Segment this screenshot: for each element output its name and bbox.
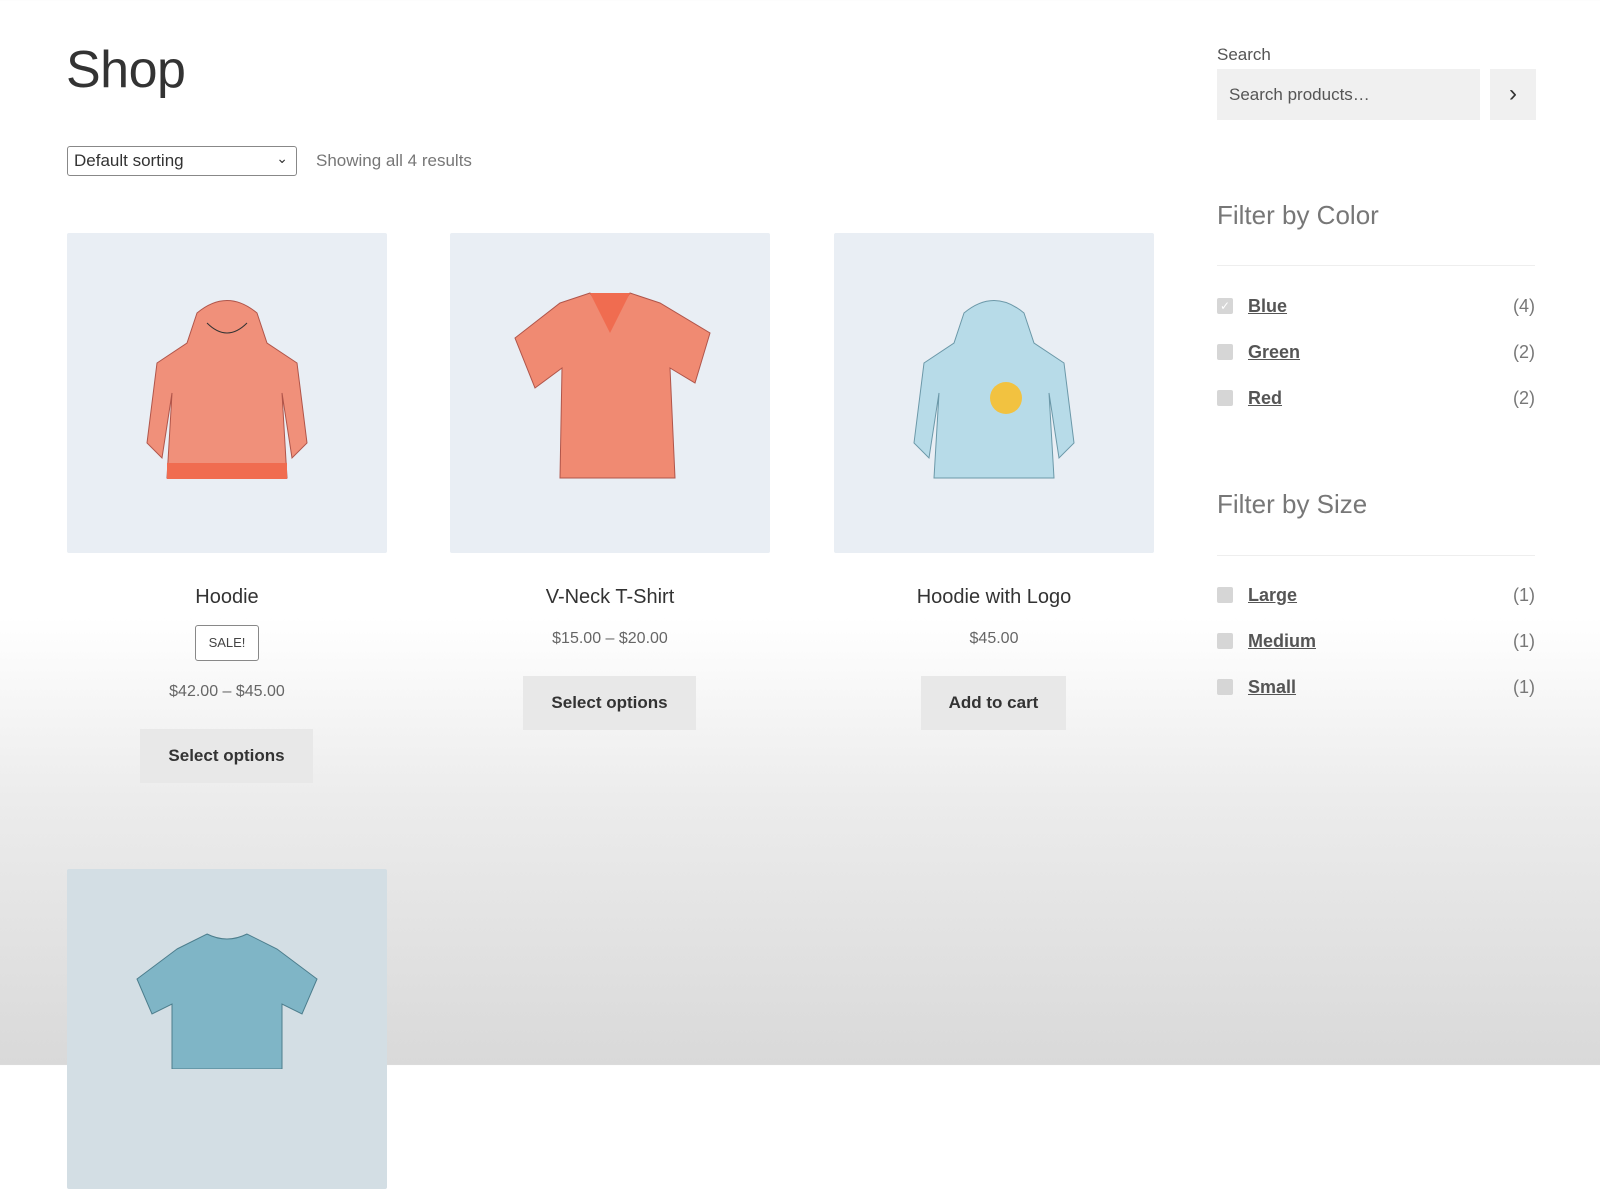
filter-item-red[interactable]: Red (2) — [1217, 388, 1535, 410]
filter-count: (4) — [1513, 296, 1535, 316]
page-title: Shop — [66, 41, 186, 99]
filter-count: (1) — [1513, 677, 1535, 697]
filter-item-medium[interactable]: Medium (1) — [1217, 631, 1535, 653]
filter-link[interactable]: Small — [1248, 677, 1296, 698]
filter-item-small[interactable]: Small (1) — [1217, 677, 1535, 699]
filter-item-large[interactable]: Large (1) — [1217, 585, 1535, 607]
add-to-cart-button[interactable]: Add to cart — [921, 676, 1066, 730]
filter-item-blue[interactable]: ✓ Blue (4) — [1217, 296, 1535, 318]
product-name[interactable]: V-Neck T-Shirt — [450, 586, 770, 609]
result-count: Showing all 4 results — [316, 151, 472, 170]
filter-count: (1) — [1513, 631, 1535, 651]
product-image-hoodie[interactable] — [67, 233, 387, 553]
filter-count: (1) — [1513, 585, 1535, 605]
product-image-hoodie-logo[interactable] — [834, 233, 1154, 553]
product-price: $45.00 — [969, 630, 1019, 647]
filter-link[interactable]: Green — [1248, 342, 1300, 363]
filter-count: (2) — [1513, 342, 1535, 362]
polo-image — [136, 933, 318, 1070]
filter-link[interactable]: Blue — [1248, 296, 1287, 317]
filter-item-green[interactable]: Green (2) — [1217, 342, 1535, 364]
chevron-right-icon: › — [1509, 80, 1517, 107]
checkbox[interactable] — [1217, 633, 1233, 649]
chevron-down-icon: ⌄ — [276, 150, 288, 166]
sale-badge: SALE! — [195, 625, 259, 661]
select-options-button[interactable]: Select options — [523, 676, 696, 730]
product-image-polo[interactable] — [67, 869, 387, 1189]
checkbox-checked[interactable]: ✓ — [1217, 298, 1233, 314]
tshirt-image — [514, 292, 711, 479]
product-name[interactable]: Hoodie with Logo — [834, 586, 1154, 609]
filter-link[interactable]: Large — [1248, 585, 1297, 606]
filter-color-title: Filter by Color — [1217, 200, 1379, 230]
divider — [1217, 555, 1535, 556]
divider — [1217, 265, 1535, 266]
checkbox[interactable] — [1217, 587, 1233, 603]
search-input[interactable]: Search products… — [1217, 69, 1480, 120]
filter-count: (2) — [1513, 388, 1535, 408]
filter-link[interactable]: Medium — [1248, 631, 1316, 652]
checkbox[interactable] — [1217, 679, 1233, 695]
emoji-logo — [990, 382, 1022, 414]
search-submit-button[interactable]: › — [1490, 69, 1536, 120]
product-price: $15.00 – $20.00 — [552, 630, 668, 647]
product-price: $42.00 – $45.00 — [169, 683, 285, 700]
filter-size-title: Filter by Size — [1217, 489, 1368, 519]
sort-value: Default sorting — [74, 151, 184, 170]
checkbox[interactable] — [1217, 390, 1233, 406]
sort-select[interactable]: Default sorting ⌄ — [67, 146, 297, 176]
hoodie-logo-image — [913, 300, 1075, 479]
product-image-vneck[interactable] — [450, 233, 770, 553]
checkbox[interactable] — [1217, 344, 1233, 360]
filter-link[interactable]: Red — [1248, 388, 1282, 409]
product-name[interactable]: Hoodie — [67, 586, 387, 609]
select-options-button[interactable]: Select options — [140, 729, 313, 783]
hoodie-image — [146, 300, 308, 479]
search-label: Search — [1217, 45, 1271, 64]
